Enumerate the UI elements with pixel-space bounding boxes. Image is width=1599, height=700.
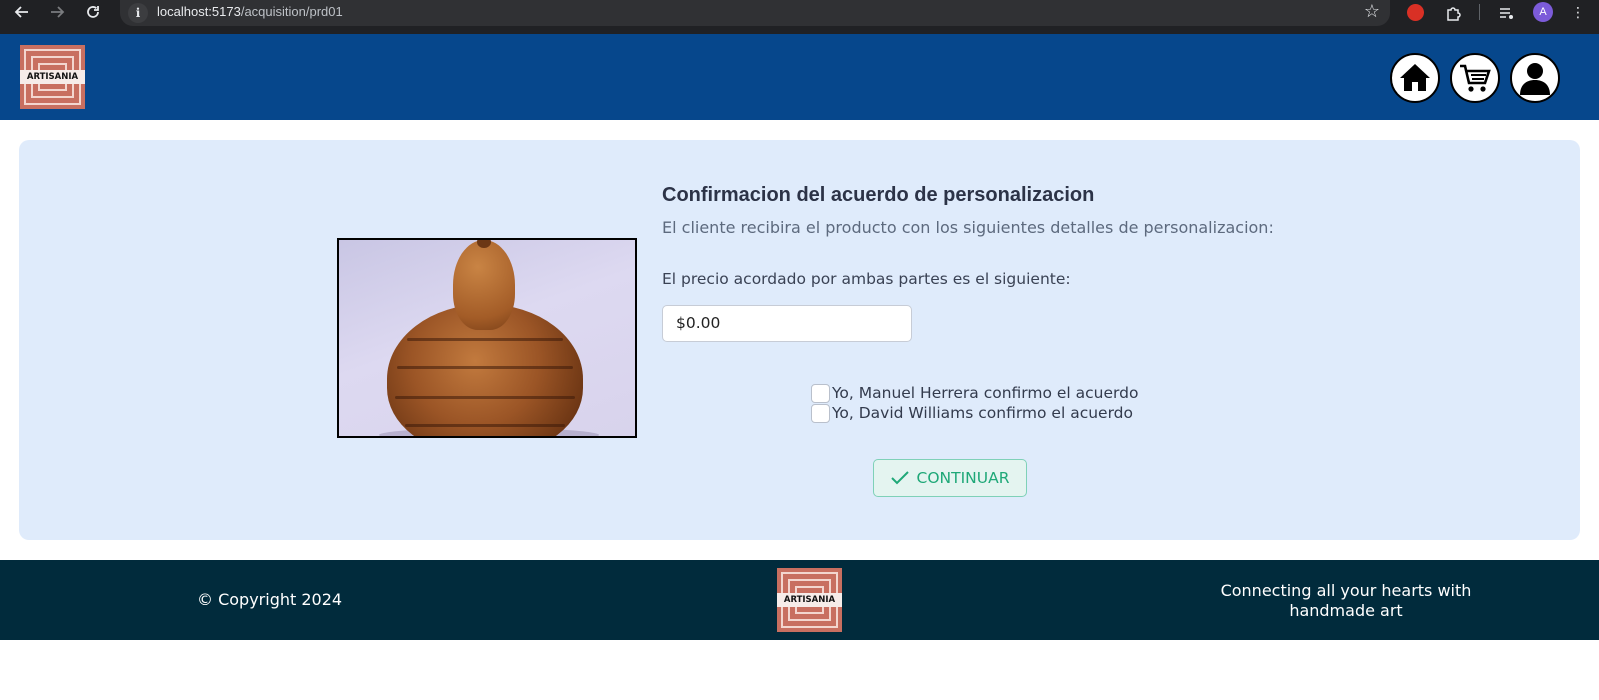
forward-arrow-icon[interactable] (43, 0, 71, 24)
kebab-menu-icon[interactable]: ⋮ (1566, 1, 1590, 25)
price-field[interactable]: $0.00 (662, 305, 912, 342)
user-icon (1520, 63, 1550, 95)
confirm-manuel-checkbox[interactable] (811, 383, 830, 403)
url-host: localhost:5173 (157, 4, 241, 19)
url-path: /acquisition/prd01 (240, 4, 343, 19)
home-button[interactable] (1390, 53, 1440, 103)
toolbar-separator (1479, 4, 1480, 20)
confirm-manuel-row[interactable]: Yo, Manuel Herrera confirmo el acuerdo (811, 383, 1138, 403)
user-button[interactable] (1510, 53, 1560, 103)
product-image (337, 238, 637, 438)
continue-label: CONTINUAR (916, 469, 1010, 487)
app-header: ARTISANIA (0, 34, 1599, 120)
cart-button[interactable] (1450, 53, 1500, 103)
footer-tagline: Connecting all your hearts with handmade… (1220, 581, 1472, 620)
media-queue-icon[interactable] (1494, 1, 1518, 25)
site-info-icon[interactable]: i (128, 3, 148, 23)
header-logo[interactable]: ARTISANIA (20, 45, 85, 109)
site-footer: © Copyright 2024 ARTISANIA Connecting al… (0, 560, 1599, 640)
confirm-david-row[interactable]: Yo, David Williams confirmo el acuerdo (811, 403, 1133, 423)
footer-copyright: © Copyright 2024 (197, 590, 343, 609)
confirm-david-label[interactable]: Yo, David Williams confirmo el acuerdo (832, 404, 1133, 422)
page-title: Confirmacion del acuerdo de personalizac… (662, 184, 1095, 206)
page-subtitle: El cliente recibira el producto con los … (662, 218, 1274, 237)
footer-logo: ARTISANIA (777, 568, 842, 632)
address-bar[interactable]: i localhost:5173/acquisition/prd01 ☆ (120, 0, 1390, 26)
profile-avatar[interactable]: A (1533, 2, 1553, 22)
check-icon (890, 471, 909, 485)
confirm-manuel-label[interactable]: Yo, Manuel Herrera confirmo el acuerdo (832, 384, 1138, 402)
url-text[interactable]: localhost:5173/acquisition/prd01 (157, 4, 343, 19)
header-logo-text: ARTISANIA (20, 70, 85, 84)
reload-icon[interactable] (79, 0, 107, 24)
extension-red-icon[interactable] (1403, 1, 1427, 25)
cart-icon (1460, 64, 1491, 92)
confirm-david-checkbox[interactable] (811, 403, 830, 423)
browser-toolbar: i localhost:5173/acquisition/prd01 ☆ A ⋮ (0, 0, 1599, 34)
home-icon (1400, 64, 1430, 91)
price-label: El precio acordado por ambas partes es e… (662, 270, 1071, 288)
continue-button[interactable]: CONTINUAR (873, 459, 1027, 497)
bookmark-star-icon[interactable]: ☆ (1364, 1, 1380, 22)
footer-logo-text: ARTISANIA (777, 593, 842, 607)
puzzle-extension-icon[interactable] (1441, 1, 1465, 25)
back-arrow-icon[interactable] (8, 0, 36, 24)
